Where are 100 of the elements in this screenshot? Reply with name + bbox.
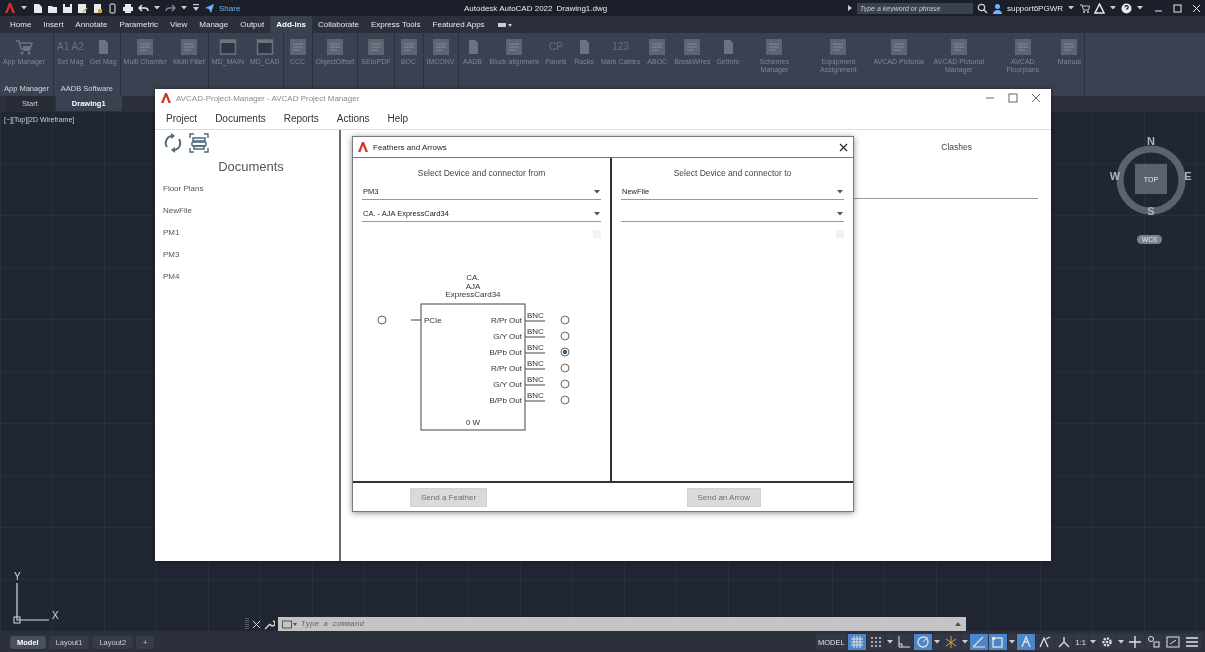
ribbon-tab[interactable]: Featured Apps (426, 16, 491, 33)
menu-item[interactable]: Actions (327, 112, 379, 124)
ribbon-tab[interactable]: Add-ins (270, 16, 312, 33)
sidebar-item[interactable]: PM4 (163, 272, 180, 281)
connector-label: BNC (527, 359, 544, 368)
logo-icon[interactable] (4, 2, 16, 14)
ribbon-tab[interactable]: Manage (193, 16, 235, 33)
paper-plane-icon[interactable] (204, 2, 215, 14)
polar-toggle[interactable] (913, 634, 932, 650)
port-label: R/Pr Out (490, 316, 522, 325)
caret-icon[interactable] (20, 4, 28, 12)
help-icon[interactable] (1121, 2, 1132, 14)
autoscale-toggle[interactable] (1035, 634, 1054, 650)
ribbon-tab[interactable]: Insert (37, 16, 70, 33)
redo-icon[interactable] (165, 2, 176, 14)
menu-item[interactable]: Reports (274, 112, 328, 124)
radio-button[interactable] (560, 315, 570, 325)
device-box[interactable] (420, 303, 526, 431)
menu-icon[interactable] (1185, 635, 1199, 649)
network-icon[interactable] (1094, 2, 1105, 14)
annotation-toggle[interactable] (1016, 634, 1035, 650)
tile-icon (399, 38, 418, 56)
refresh-icon[interactable] (163, 133, 183, 153)
caret-icon[interactable] (1067, 4, 1075, 12)
terminal-icon[interactable] (282, 619, 298, 629)
port-line (524, 368, 546, 370)
expand-arrow-icon[interactable] (846, 4, 853, 12)
menu-item[interactable]: Help (378, 112, 418, 124)
plus-icon[interactable] (1128, 635, 1142, 649)
user-name[interactable]: support6PGWR (1006, 3, 1063, 13)
fullscreen-icon[interactable] (1166, 635, 1180, 649)
ribbon-tab[interactable]: Home (4, 16, 38, 33)
grip-icon[interactable] (245, 617, 249, 631)
annotation-scale-toggle[interactable] (1054, 634, 1073, 650)
radio-button[interactable] (560, 363, 570, 373)
tab-label[interactable]: Clashes (941, 142, 972, 198)
caret-icon[interactable] (1109, 4, 1117, 12)
close-icon[interactable] (839, 142, 848, 152)
compass-direction[interactable]: W (1109, 170, 1121, 182)
sidebar-item[interactable]: PM3 (163, 250, 180, 259)
dialog-title: Feathers and Arrows (373, 142, 447, 152)
isolate-objects-icon[interactable] (1147, 635, 1161, 649)
printer-icon[interactable] (122, 2, 134, 14)
settings-icon[interactable] (1100, 635, 1114, 649)
logo-icon (160, 92, 172, 104)
tile-icon (136, 38, 155, 56)
compass-direction[interactable]: N (1147, 135, 1155, 147)
sidebar-item[interactable]: NewFile (163, 206, 192, 215)
radio-button[interactable] (377, 315, 387, 325)
sidebar-item[interactable]: Floor Plans (163, 184, 204, 193)
grid-toggle[interactable] (847, 634, 866, 650)
radio-button[interactable] (560, 331, 570, 341)
share-button[interactable]: Share (219, 3, 241, 13)
connector-label: BNC (527, 375, 544, 384)
selection-box-toggle[interactable] (988, 634, 1007, 650)
caret-icon[interactable] (153, 4, 161, 12)
ribbon-tab[interactable]: View (164, 16, 194, 33)
ribbon-tab[interactable]: Output (234, 16, 271, 33)
panel-toggle-icon[interactable] (496, 20, 513, 29)
caret-icon[interactable] (1136, 4, 1144, 12)
port-label: G/Y Out (493, 380, 522, 389)
sidebar-heading: Documents (217, 159, 285, 174)
isometric-toggle[interactable] (941, 634, 960, 650)
new-file-icon[interactable] (32, 2, 43, 14)
customize-icon[interactable] (192, 3, 200, 13)
caret-up-icon[interactable] (954, 621, 962, 627)
ribbon-tab[interactable]: Annotate (69, 16, 114, 33)
caret-icon[interactable] (1089, 638, 1097, 646)
undo-icon[interactable] (138, 2, 149, 14)
ribbon-tab[interactable]: Parametric (113, 16, 165, 33)
wrench-icon[interactable] (264, 618, 275, 630)
menu-item[interactable]: Documents (206, 112, 275, 124)
user-icon[interactable] (991, 2, 1003, 14)
ribbon-tab[interactable]: Collaborate (312, 16, 365, 33)
save-icon[interactable] (62, 2, 73, 14)
save-as-icon[interactable] (77, 2, 88, 14)
caret-icon[interactable] (1007, 638, 1016, 646)
caret-icon (593, 209, 601, 218)
dot-grid-toggle[interactable] (866, 634, 885, 650)
document-icon[interactable] (92, 2, 103, 14)
radio-button[interactable] (560, 379, 570, 389)
search-icon[interactable] (976, 2, 988, 14)
angle-toggle[interactable] (969, 634, 988, 650)
caret-icon[interactable] (960, 638, 969, 646)
axis-label: Y (14, 571, 21, 582)
caret-icon[interactable] (180, 4, 188, 12)
app-title: Autodesk AutoCAD 2022 (464, 3, 553, 13)
radio-button[interactable] (560, 347, 570, 357)
cart-icon[interactable] (1079, 2, 1090, 14)
sidebar-item[interactable]: PM1 (163, 228, 180, 237)
ortho-toggle[interactable] (894, 634, 913, 650)
port-line (410, 319, 422, 321)
port-line (524, 400, 546, 402)
caret-icon[interactable] (1117, 638, 1125, 646)
ribbon-tab[interactable]: Express Tools (364, 16, 427, 33)
caret-icon[interactable] (932, 638, 941, 646)
radio-button[interactable] (560, 395, 570, 405)
menu-item[interactable]: Project (157, 112, 207, 124)
caret-icon[interactable] (885, 638, 894, 646)
compass-direction[interactable]: E (1184, 170, 1192, 182)
